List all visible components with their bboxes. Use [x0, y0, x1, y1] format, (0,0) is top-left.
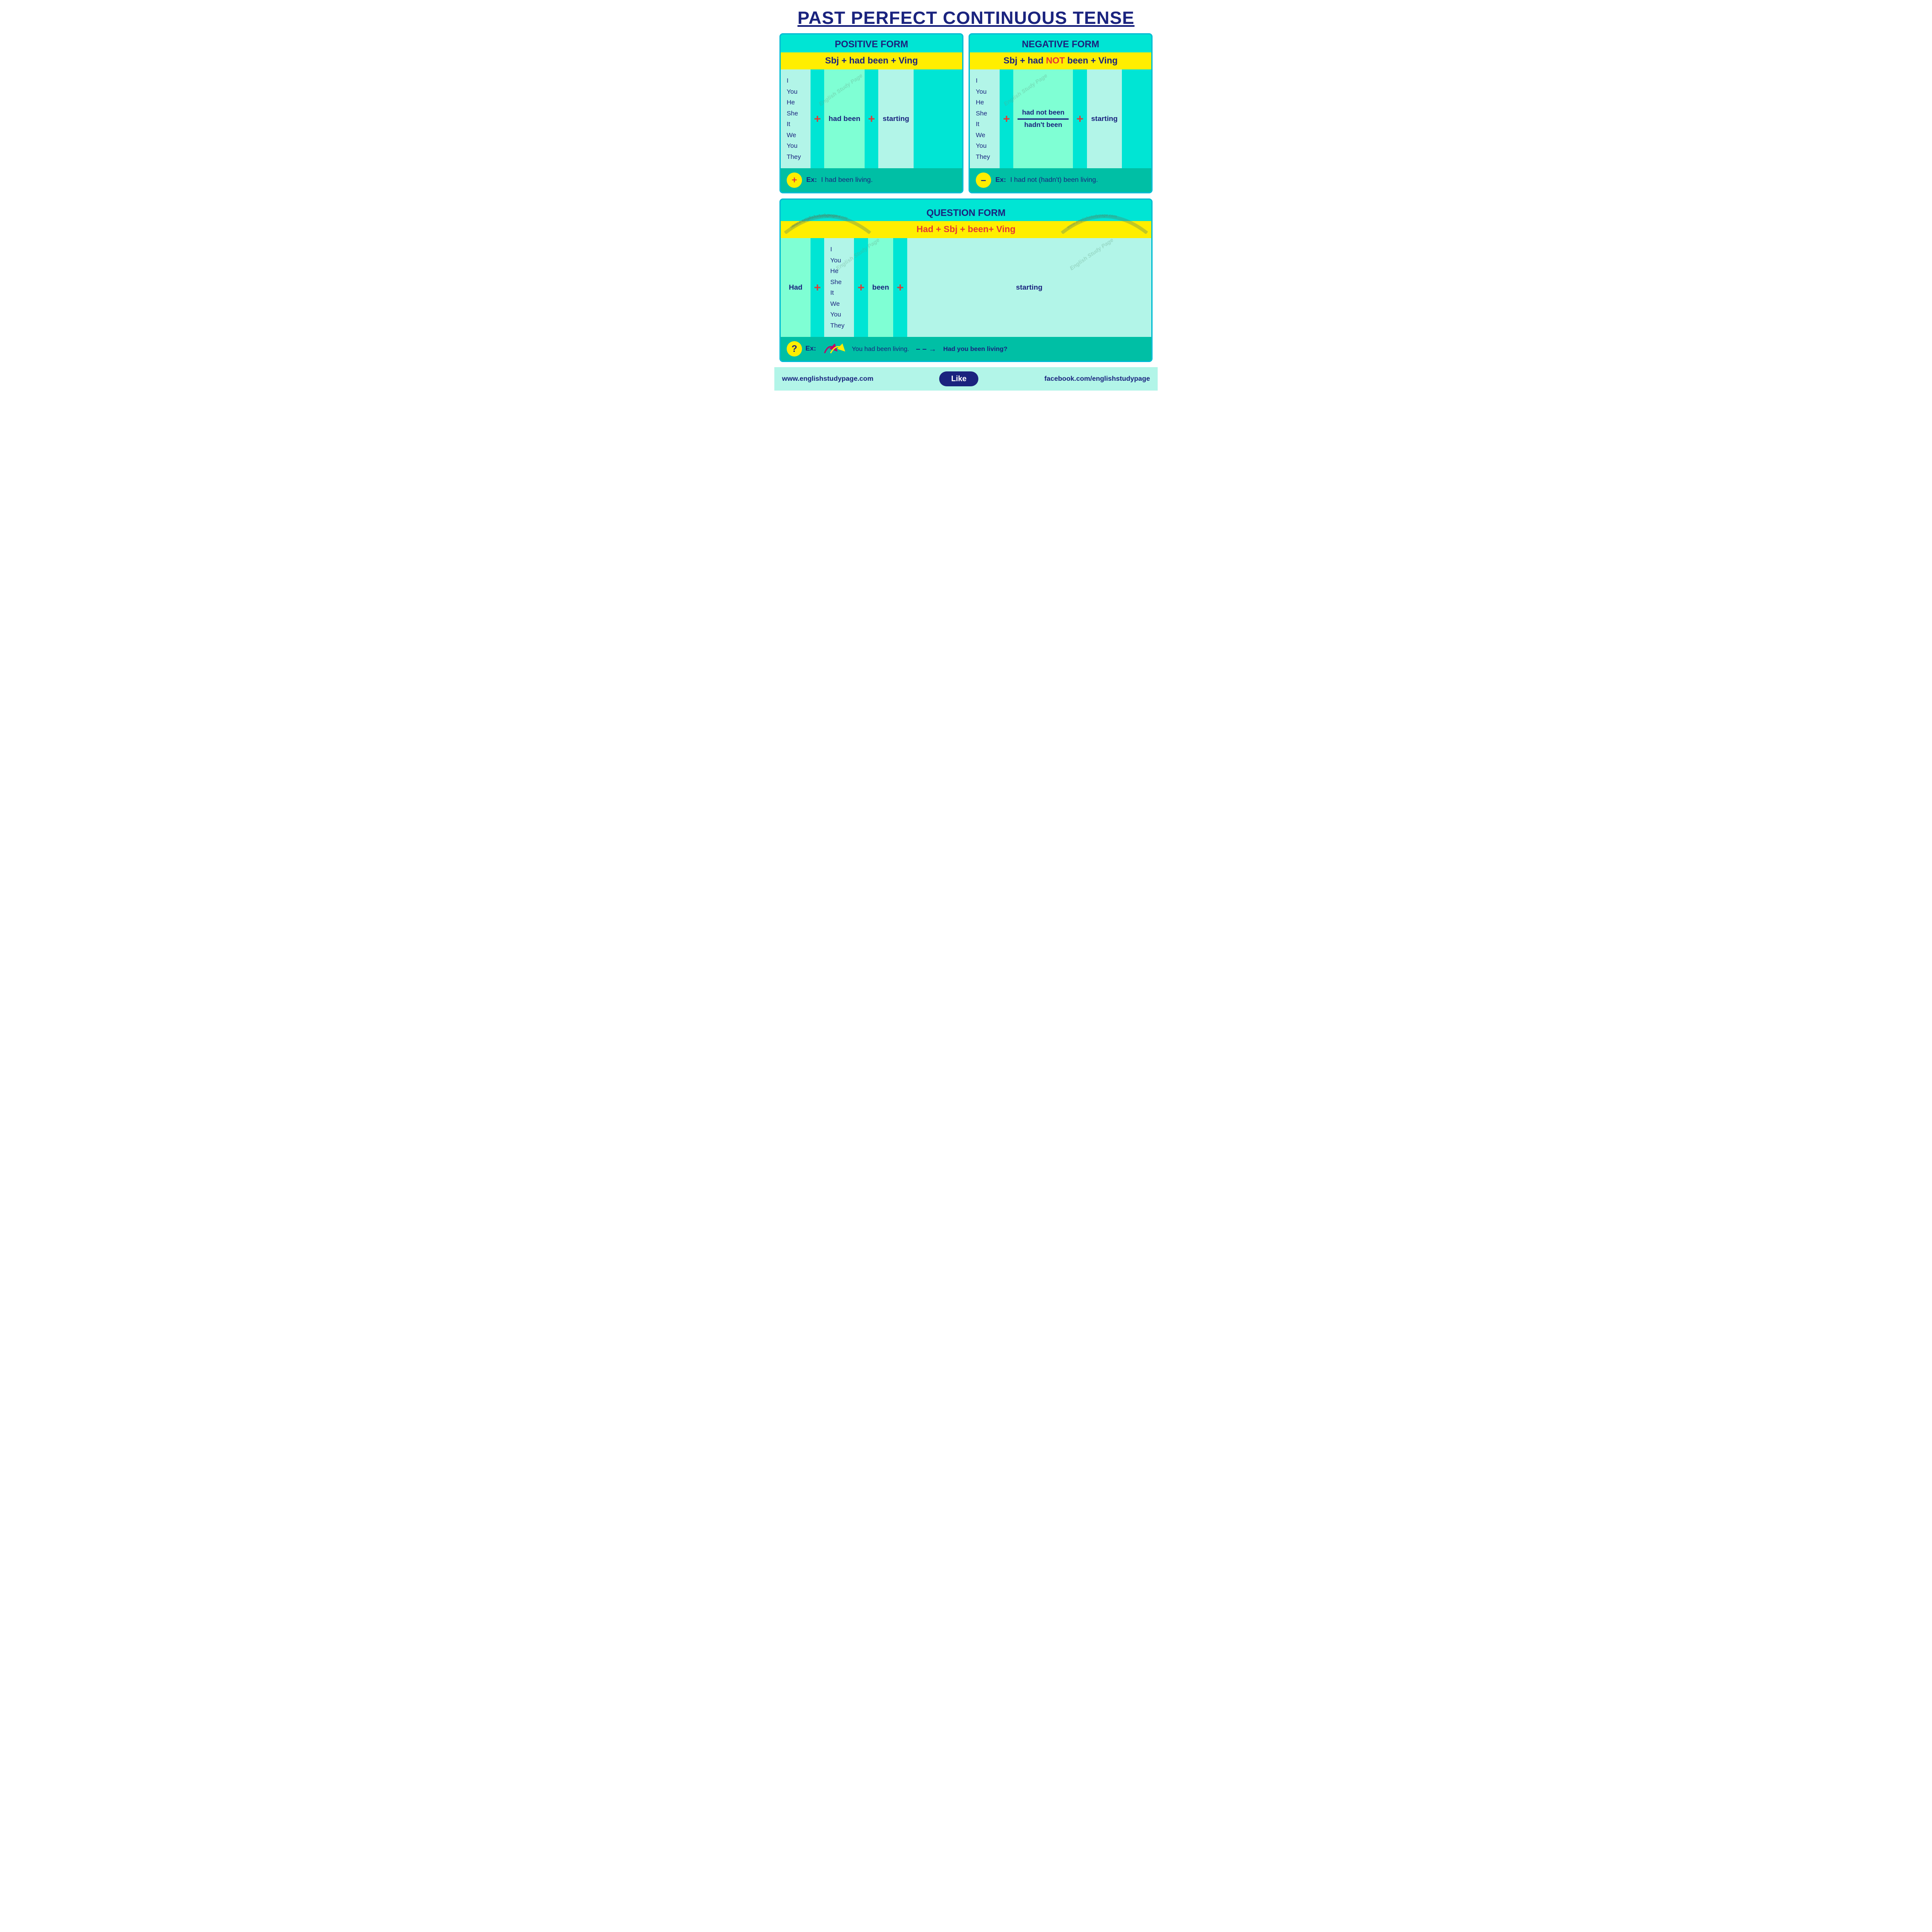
negative-pronouns: IYouHeSheItWeYouThey — [970, 69, 1000, 168]
positive-verb: had been — [824, 69, 865, 168]
positive-plus2: + — [865, 69, 878, 168]
positive-example-bar: + Ex: I had been living. — [781, 168, 962, 192]
question-arrow: – – → — [916, 345, 936, 354]
question-example-result: Had you been living? — [943, 345, 1008, 353]
arrow-svg — [821, 341, 847, 356]
question-heading: QUESTION FORM — [785, 207, 1147, 218]
question-form-box: www.englishstudypage.com www.englishstud… — [779, 198, 1153, 362]
negative-badge: – — [976, 172, 991, 188]
negative-content: English Study Page IYouHeSheItWeYouThey … — [970, 69, 1151, 168]
page-title: PAST PERFECT CONTINUOUS TENSE — [774, 0, 1158, 33]
negative-verb-top: had not been — [1022, 109, 1065, 117]
question-title-area: www.englishstudypage.com www.englishstud… — [781, 200, 1151, 221]
like-button[interactable]: Like — [939, 371, 978, 386]
question-had: Had — [781, 238, 811, 337]
positive-example-text: I had been living. — [821, 176, 873, 184]
question-plus1: + — [811, 238, 824, 337]
negative-heading: NEGATIVE FORM — [970, 34, 1151, 52]
footer: www.englishstudypage.com Like facebook.c… — [774, 367, 1158, 391]
negative-formula-not: NOT — [1046, 56, 1065, 66]
question-been: been — [868, 238, 894, 337]
positive-badge: + — [787, 172, 802, 188]
question-ex-label: Ex: — [805, 345, 816, 353]
negative-formula: Sbj + had NOT been + Ving — [970, 52, 1151, 69]
negative-verb-bottom: hadn't been — [1024, 121, 1062, 129]
question-ving: starting — [907, 238, 1151, 337]
negative-verb-col: had not been hadn't been — [1013, 69, 1073, 168]
negative-divider — [1018, 118, 1069, 120]
question-example-bar: ? Ex: You had been living. – – → Had you… — [781, 337, 1151, 361]
negative-formula-end: been + Ving — [1065, 56, 1118, 66]
negative-example-bar: – Ex: I had not (hadn't) been living. — [970, 168, 1151, 192]
positive-plus1: + — [811, 69, 824, 168]
question-pronouns: IYouHeSheItWeYouThey — [824, 238, 854, 337]
top-section: POSITIVE FORM Sbj + had been + Ving Engl… — [774, 33, 1158, 198]
question-content: English Study Page English Study Page Ha… — [781, 238, 1151, 337]
positive-heading: POSITIVE FORM — [781, 34, 962, 52]
question-plus2: + — [854, 238, 868, 337]
negative-ving: starting — [1087, 69, 1122, 168]
positive-ving: starting — [878, 69, 913, 168]
negative-example-text: I had not (hadn't) been living. — [1010, 176, 1098, 184]
positive-ex-label: Ex: — [806, 176, 817, 184]
positive-content: English Study Page IYouHeSheItWeYouThey … — [781, 69, 962, 168]
negative-ex-label: Ex: — [995, 176, 1006, 184]
question-plus3: + — [893, 238, 907, 337]
negative-formula-start: Sbj + had — [1003, 56, 1046, 66]
page-wrapper: PAST PERFECT CONTINUOUS TENSE POSITIVE F… — [774, 0, 1158, 391]
question-badge: ? — [787, 341, 802, 356]
footer-left: www.englishstudypage.com — [782, 375, 874, 383]
positive-form-box: POSITIVE FORM Sbj + had been + Ving Engl… — [779, 33, 963, 193]
positive-pronouns: IYouHeSheItWeYouThey — [781, 69, 811, 168]
negative-plus2: + — [1073, 69, 1087, 168]
question-example-sentence: You had been living. — [852, 345, 909, 353]
negative-form-box: NEGATIVE FORM Sbj + had NOT been + Ving … — [969, 33, 1153, 193]
positive-formula: Sbj + had been + Ving — [781, 52, 962, 69]
question-formula: Had + Sbj + been+ Ving — [781, 221, 1151, 238]
negative-plus1: + — [1000, 69, 1013, 168]
footer-right: facebook.com/englishstudypage — [1044, 375, 1150, 383]
